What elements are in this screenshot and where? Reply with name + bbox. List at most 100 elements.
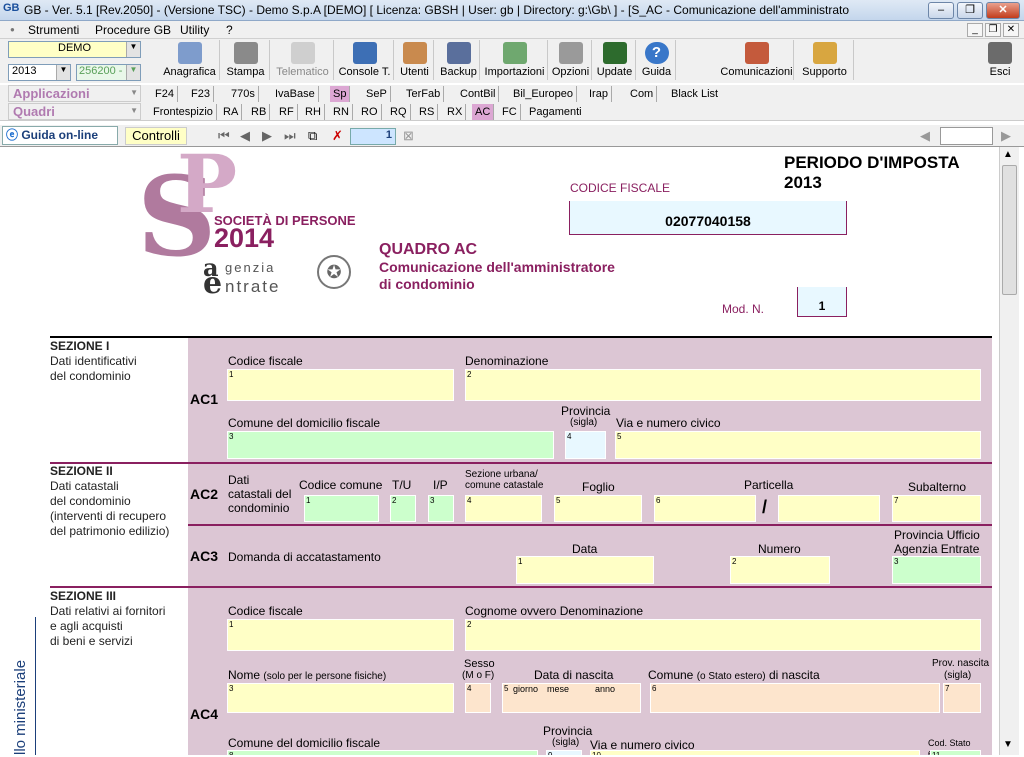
- ac3-data-field[interactable]: 1: [516, 556, 654, 584]
- ac4-sesso-field[interactable]: 4: [465, 683, 491, 713]
- minimize-button[interactable]: –: [928, 2, 954, 19]
- ac2-sub-field[interactable]: 7: [892, 495, 981, 522]
- ac3-prov-field[interactable]: 3: [892, 556, 981, 584]
- menu-utility[interactable]: Utility: [180, 23, 209, 37]
- ac2-ip-field[interactable]: 3: [428, 495, 454, 522]
- scroll-thumb[interactable]: [1002, 165, 1017, 295]
- tab-ivabase[interactable]: IvaBase: [272, 86, 319, 102]
- ac2-codcom-field[interactable]: 1: [304, 495, 379, 522]
- tab-f24[interactable]: F24: [152, 86, 178, 102]
- ac4-data-field[interactable]: 5 giorno mese anno: [502, 683, 641, 713]
- supporto-button[interactable]: Supporto: [796, 40, 854, 80]
- mdi-close-button[interactable]: ✕: [1003, 23, 1019, 37]
- utenti-button[interactable]: Utenti: [396, 40, 434, 80]
- first-page-icon[interactable]: ⏮: [218, 128, 230, 144]
- ac3-numero-field[interactable]: 2: [730, 556, 830, 584]
- comunicazioni-button[interactable]: Comunicazioni: [720, 40, 794, 80]
- last-page-icon[interactable]: ⏭: [284, 128, 296, 144]
- messages-icon: [744, 42, 769, 64]
- controlli-button[interactable]: Controlli: [125, 127, 187, 145]
- tab-fc[interactable]: FC: [499, 104, 521, 120]
- mdi-restore-button[interactable]: ❐: [985, 23, 1001, 37]
- ac4-codstato-field[interactable]: 11: [930, 750, 981, 755]
- telematico-button[interactable]: Telematico: [272, 40, 334, 80]
- mdi-minimize-button[interactable]: _: [967, 23, 983, 37]
- ac1-prov-field[interactable]: 4: [565, 431, 606, 459]
- console-button[interactable]: Console T.: [336, 40, 394, 80]
- scroll-right-icon[interactable]: ▶: [1001, 128, 1011, 144]
- tab-com[interactable]: Com: [627, 86, 658, 102]
- tab-sep[interactable]: SeP: [363, 86, 391, 102]
- ac1-cf-field[interactable]: 1: [227, 369, 454, 401]
- ac2-sez-field[interactable]: 4: [465, 495, 542, 522]
- menu-procedure[interactable]: Procedure GB: [95, 23, 171, 37]
- vertical-scrollbar[interactable]: ▲ ▼: [999, 147, 1019, 755]
- quadri-select[interactable]: Quadri ▼: [8, 103, 141, 120]
- ac2-particella-field-1[interactable]: 6: [654, 495, 756, 522]
- ac4-comune-nasc-field[interactable]: 6: [650, 683, 940, 713]
- next-page-icon[interactable]: ▶: [262, 128, 272, 144]
- tab-rb[interactable]: RB: [248, 104, 271, 120]
- code-select[interactable]: 256200 - ▼: [76, 64, 141, 81]
- tab-ro[interactable]: RO: [358, 104, 382, 120]
- tab-terfab[interactable]: TerFab: [403, 86, 445, 102]
- copy-page-icon[interactable]: ⧉: [308, 128, 317, 144]
- tab-rx[interactable]: RX: [444, 104, 467, 120]
- ac4-cogn-field[interactable]: 2: [465, 619, 981, 651]
- scroll-up-icon[interactable]: ▲: [1003, 149, 1013, 160]
- company-select[interactable]: DEMO ▼: [8, 41, 141, 58]
- tab-pagamenti[interactable]: Pagamenti: [526, 104, 585, 120]
- tab-770s[interactable]: 770s: [228, 86, 259, 102]
- guida-online-button[interactable]: ⓔ Guida on-line: [2, 126, 118, 145]
- tab-ra[interactable]: RA: [220, 104, 243, 120]
- ac4-prov-field[interactable]: 9: [546, 750, 582, 755]
- tab-frontespizio[interactable]: Frontespizio: [150, 104, 217, 120]
- tab-sp[interactable]: Sp: [330, 86, 351, 102]
- stampa-button[interactable]: Stampa: [222, 40, 270, 80]
- mod-number-field[interactable]: 1: [797, 287, 847, 317]
- tab-black-list[interactable]: Black List: [668, 86, 721, 102]
- codice-fiscale-field[interactable]: 02077040158: [569, 201, 847, 235]
- search-field[interactable]: [940, 127, 993, 145]
- ac1-den-field[interactable]: 2: [465, 369, 981, 401]
- tab-rq[interactable]: RQ: [387, 104, 411, 120]
- ac1-via-field[interactable]: 5: [615, 431, 981, 459]
- ac4-provnasc-field[interactable]: 7: [943, 683, 981, 713]
- prev-page-icon[interactable]: ◀: [240, 128, 250, 144]
- anagrafica-button[interactable]: Anagrafica: [160, 40, 220, 80]
- tab-f23[interactable]: F23: [188, 86, 214, 102]
- ac4-domicilio-field[interactable]: 8: [227, 750, 538, 755]
- scroll-left-icon[interactable]: ◀: [920, 128, 930, 144]
- tab-rf[interactable]: RF: [276, 104, 298, 120]
- tab-contbil[interactable]: ContBil: [457, 86, 500, 102]
- maximize-button[interactable]: ❐: [957, 2, 983, 19]
- opzioni-button[interactable]: Opzioni: [550, 40, 592, 80]
- ac4-nome-field[interactable]: 3: [227, 683, 454, 713]
- guida-button[interactable]: ? Guida: [638, 40, 676, 80]
- applicazioni-select[interactable]: Applicazioni ▼: [8, 85, 141, 102]
- ac1-comune-field[interactable]: 3: [227, 431, 554, 459]
- ac2-foglio-field[interactable]: 5: [554, 495, 642, 522]
- menu-strumenti[interactable]: Strumenti: [28, 23, 79, 37]
- close-button[interactable]: ✕: [986, 2, 1020, 19]
- delete-page-icon[interactable]: ✗: [332, 128, 343, 144]
- tab-irap[interactable]: Irap: [586, 86, 612, 102]
- tab-bil-europeo[interactable]: Bil_Europeo: [510, 86, 577, 102]
- tab-rh[interactable]: RH: [302, 104, 325, 120]
- tab-ac[interactable]: AC: [472, 104, 495, 120]
- menu-help[interactable]: ?: [226, 23, 233, 37]
- ac2-particella-field-2[interactable]: [778, 495, 880, 522]
- tab-rs[interactable]: RS: [416, 104, 439, 120]
- ac4-via-field[interactable]: 10: [590, 750, 920, 755]
- goto-page-icon[interactable]: ⊠: [403, 128, 414, 144]
- tab-rn[interactable]: RN: [330, 104, 353, 120]
- esci-button[interactable]: Esci: [982, 40, 1018, 80]
- year-select[interactable]: 2013 ▼: [8, 64, 71, 81]
- update-button[interactable]: Update: [594, 40, 636, 80]
- page-number-input[interactable]: 1: [350, 128, 396, 145]
- backup-button[interactable]: Backup: [438, 40, 480, 80]
- importazioni-button[interactable]: Importazioni: [482, 40, 548, 80]
- ac4-cf-field[interactable]: 1: [227, 619, 454, 651]
- ac2-tu-field[interactable]: 2: [390, 495, 416, 522]
- scroll-down-icon[interactable]: ▼: [1003, 739, 1013, 750]
